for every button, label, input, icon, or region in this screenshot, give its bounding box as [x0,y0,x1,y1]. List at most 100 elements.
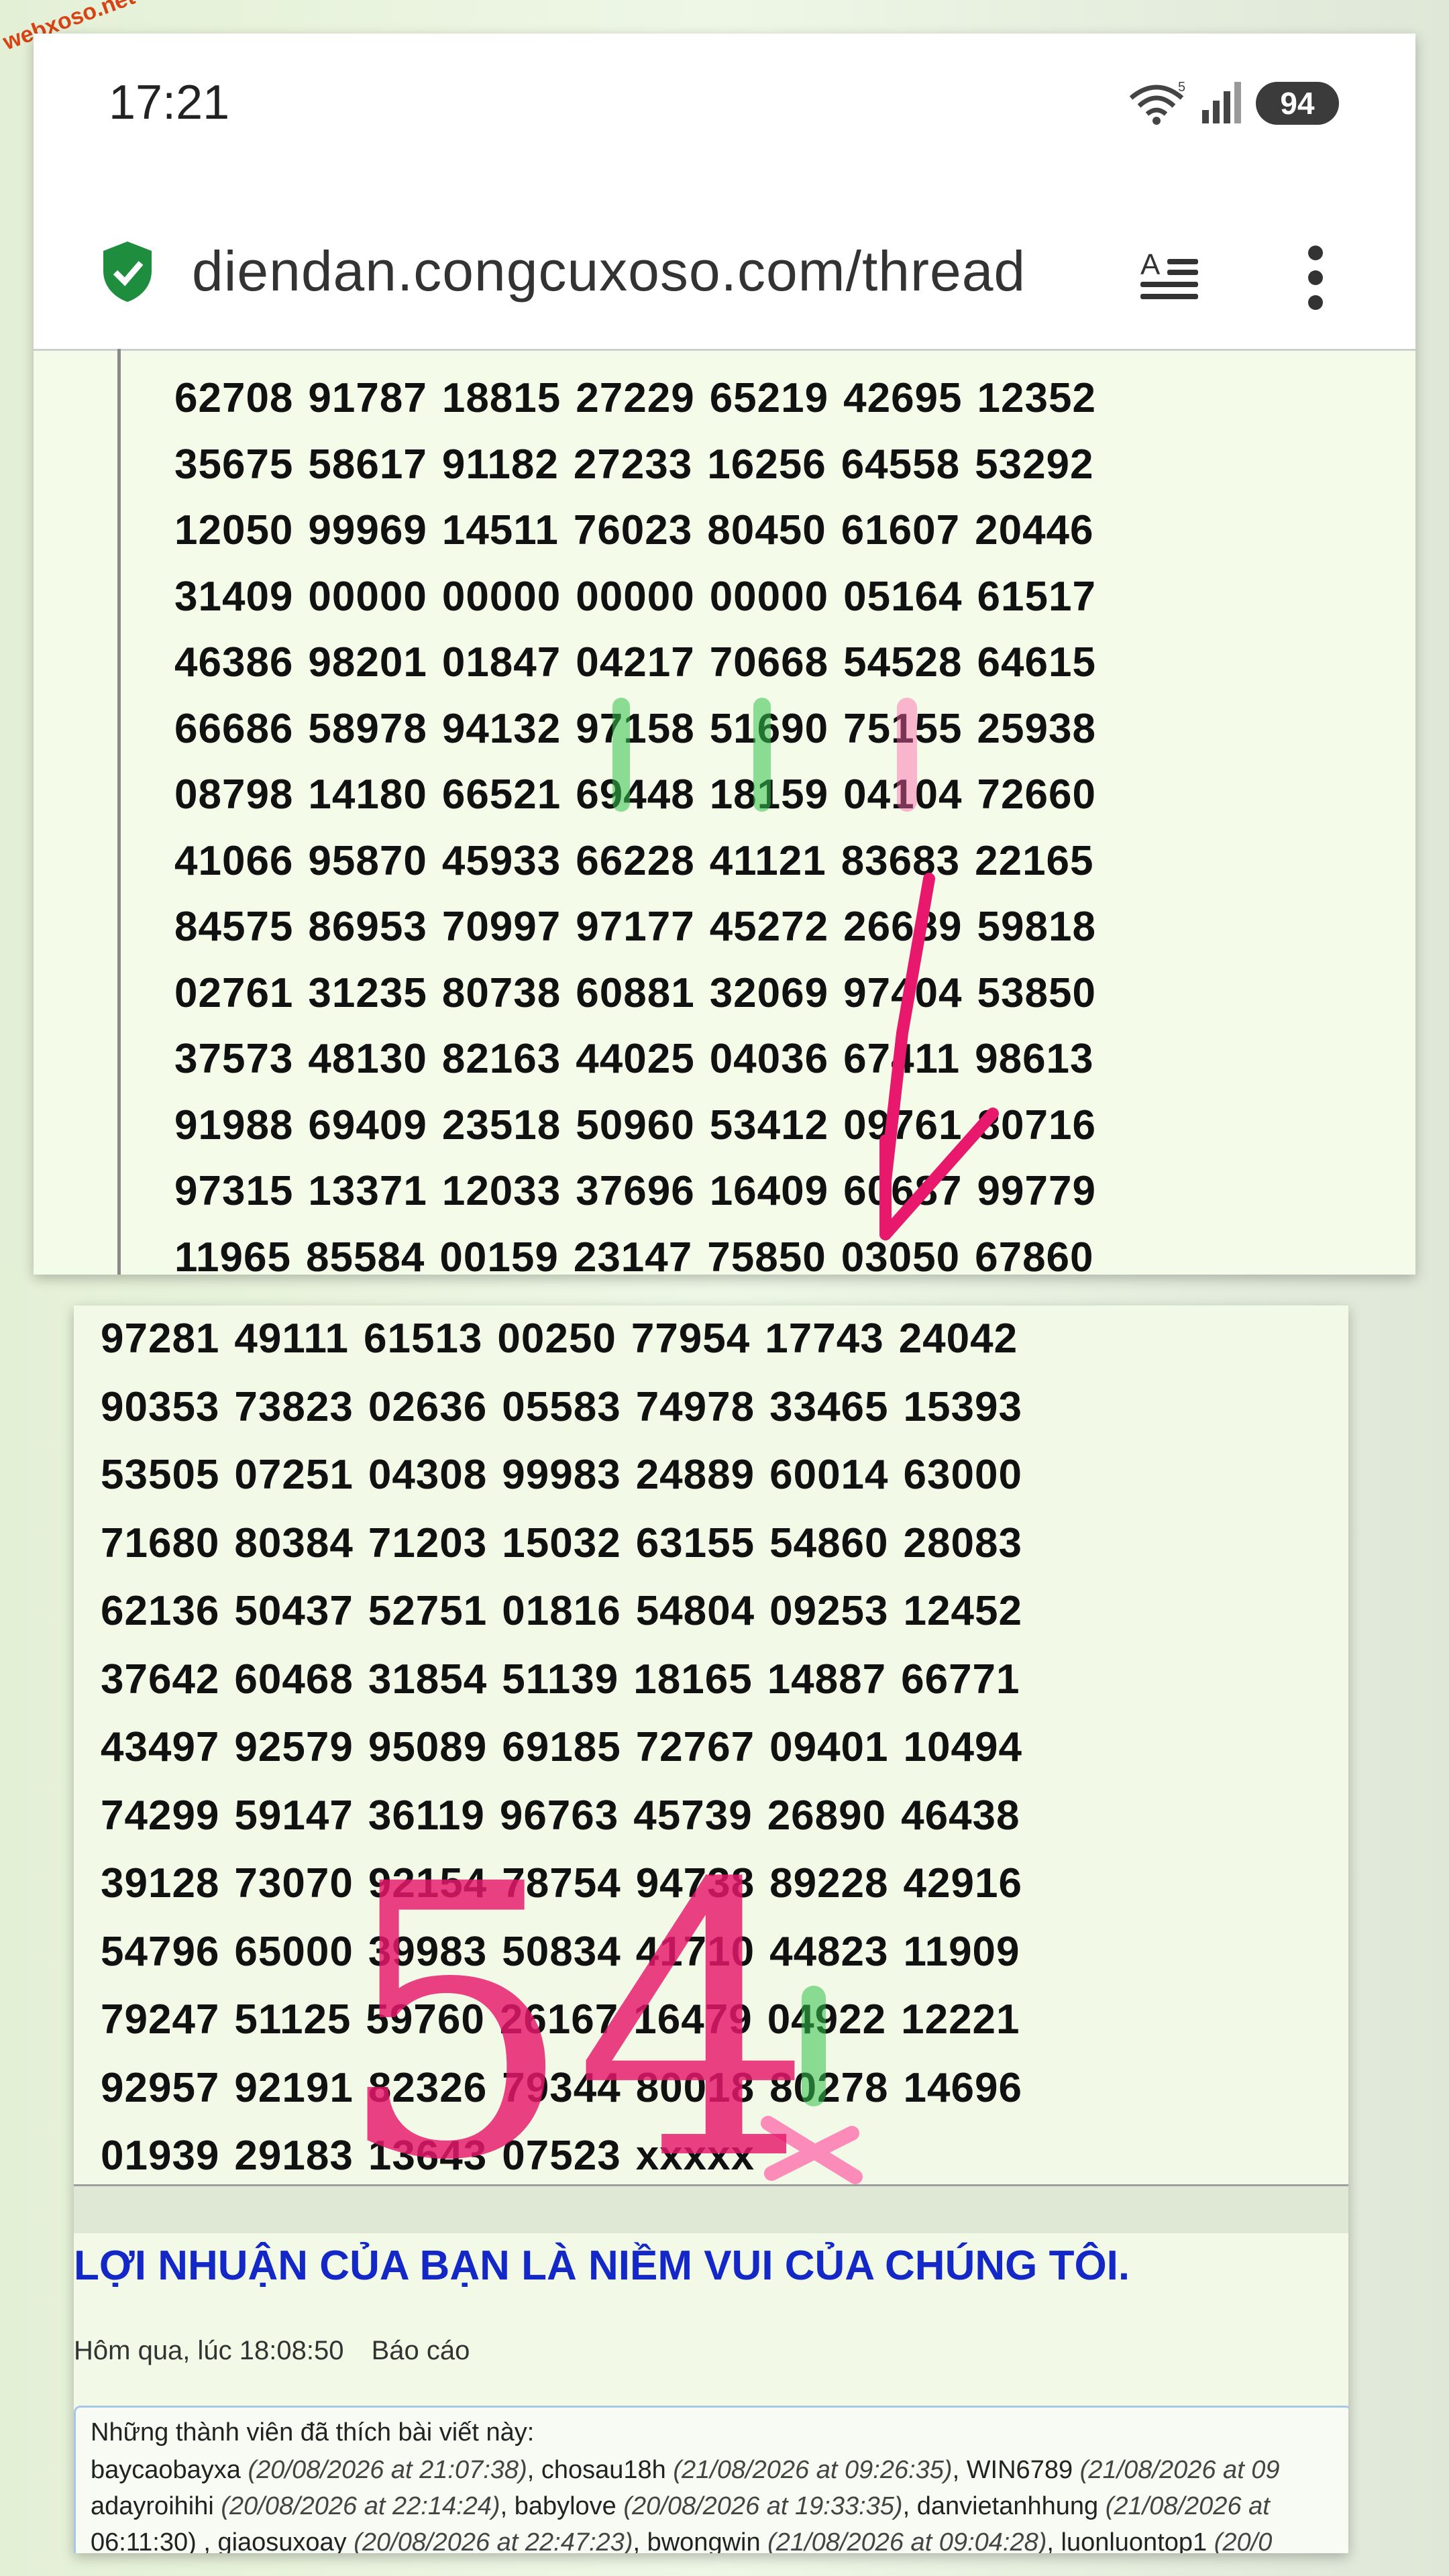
table-row: 31409 00000 00000 00000 00000 05164 61517 [174,564,1111,631]
liker-name[interactable]: luonluontop1 [1061,2528,1214,2553]
table-row: 35675 58617 91182 27233 16256 64558 53292 [174,431,1109,498]
number-cell: 70668 [709,639,829,686]
number-cell: 14180 [308,771,427,818]
liker-name[interactable]: baycaobayxa [91,2456,248,2484]
number-cell: 82163 [441,1036,561,1082]
number-cell: 54860 [769,1519,889,1566]
number-cell: 45739 [633,1792,753,1839]
number-cell: 69409 [308,1102,427,1148]
liker-name[interactable]: adayroihihi [91,2492,221,2520]
number-cell: 28083 [903,1519,1022,1566]
number-cell: 20446 [975,507,1094,553]
number-cell: 65219 [709,375,829,421]
number-cell: 60881 [576,969,695,1016]
number-cell: 12352 [977,375,1096,421]
like-time: (21/08/2026 at 09 [1079,2456,1280,2484]
number-cell: 16256 [707,441,826,488]
number-cell: 08798 [174,771,294,818]
number-table-bottom: 97281 49111 61513 00250 77954 17743 24042 90353… [74,1305,1348,2187]
number-cell: 80716 [977,1102,1096,1148]
number-cell: 91988 [174,1102,294,1148]
number-cell: 00000 [308,573,427,620]
number-cell: 53505 [101,1452,220,1498]
liker-name[interactable]: bwongwin [647,2528,768,2553]
post-date[interactable]: Hôm qua, lúc 18:08:50 [74,2336,343,2365]
table-row: 01939 29183 13643 07523 xxxxx [101,2123,769,2190]
table-row: 97281 49111 61513 00250 77954 17743 24042 [101,1305,1032,1373]
number-cell: 37696 [576,1168,695,1214]
shield-check-icon[interactable] [101,240,154,303]
number-cell: 59818 [977,904,1096,950]
liker-name[interactable]: giaosuxoay [217,2528,354,2553]
liker-name[interactable]: chosau18h [541,2456,674,2484]
liker-name[interactable]: danvietanhhung [917,2492,1106,2520]
number-cell: 27233 [573,441,693,488]
number-cell: 23518 [441,1102,561,1148]
number-cell: 83683 [841,837,961,884]
table-row: 39128 73070 92154 78754 94738 89228 42916 [101,1850,1037,1917]
number-cell: 53412 [709,1102,829,1148]
number-cell: 04308 [368,1452,488,1498]
number-cell: 60014 [769,1452,889,1498]
number-cell: 32069 [709,969,829,1016]
number-cell: 16479 [633,1996,753,2043]
like-time: (21/08/2026 at [1105,2492,1270,2520]
url-text[interactable]: diendan.congcuxoso.com/thread [192,239,1131,304]
number-cell: 70997 [441,904,561,950]
number-cell: 42695 [843,375,963,421]
table-row: 97315 13371 12033 37696 16409 60687 99779 [174,1158,1111,1225]
number-cell: xxxxx [635,2133,755,2179]
number-cell: 10494 [903,1724,1022,1770]
number-cell: 18815 [441,375,561,421]
number-cell: 91182 [441,441,559,488]
browser-url-bar[interactable]: diendan.congcuxoso.com/thread A [34,148,1415,351]
number-cell: 41066 [174,837,294,884]
signal-icon [1202,82,1241,123]
number-cell: 82326 [368,2064,488,2111]
liker-name[interactable]: babylove [515,2492,624,2520]
number-cell: 71680 [101,1519,220,1566]
more-vert-icon[interactable] [1308,246,1324,310]
report-link[interactable]: Báo cáo [372,2336,470,2365]
number-cell: 66228 [576,837,695,884]
number-cell: 14696 [903,2064,1022,2111]
number-cell: 90353 [101,1383,220,1430]
number-cell: 07523 [502,2133,621,2179]
number-cell: 99779 [977,1168,1096,1214]
number-cell: 99969 [308,507,427,553]
number-cell: 59147 [234,1792,354,1839]
number-cell: 51125 [234,1996,352,2043]
liker-name[interactable]: WIN6789 [967,2456,1080,2484]
number-cell: 61607 [841,507,961,553]
number-cell: 13643 [368,2133,488,2179]
table-row: 90353 73823 02636 05583 74978 33465 15393 [101,1374,1037,1441]
table-row: 12050 99969 14511 76023 80450 61607 20446 [174,497,1109,564]
number-cell: 41121 [709,837,826,884]
number-cell: 39128 [101,1860,220,1907]
like-time: (21/08/2026 at 09:26:35) [673,2456,953,2484]
number-cell: 91787 [308,375,427,421]
liker-name[interactable]: 06:11:30) [91,2528,203,2553]
number-cell: 80450 [707,507,826,553]
number-cell: 14511 [441,507,559,553]
number-cell: 97404 [843,969,963,1016]
number-cell: 46438 [901,1792,1020,1839]
likes-line: adayroihihi (20/08/2026 at 22:14:24), ba… [91,2492,1270,2520]
number-cell: 65000 [234,1928,354,1975]
number-cell: 51139 [502,1656,619,1703]
number-cell: 79247 [101,1996,220,2043]
number-cell: 01847 [441,639,561,686]
number-cell: 00000 [709,573,829,620]
reader-mode-icon[interactable]: A [1140,248,1201,302]
number-cell: 17743 [765,1316,884,1362]
number-cell: 46386 [174,639,294,686]
number-cell: 04036 [709,1036,829,1082]
number-cell: 50437 [234,1588,354,1634]
number-cell: 37642 [101,1656,220,1703]
number-cell: 98201 [308,639,427,686]
table-row: 91988 69409 23518 50960 53412 09761 80716 [174,1092,1111,1159]
number-cell: 98613 [975,1036,1094,1082]
number-cell: 61513 [364,1316,483,1362]
number-cell: 69448 [576,771,695,818]
number-cell: 92579 [234,1724,354,1770]
